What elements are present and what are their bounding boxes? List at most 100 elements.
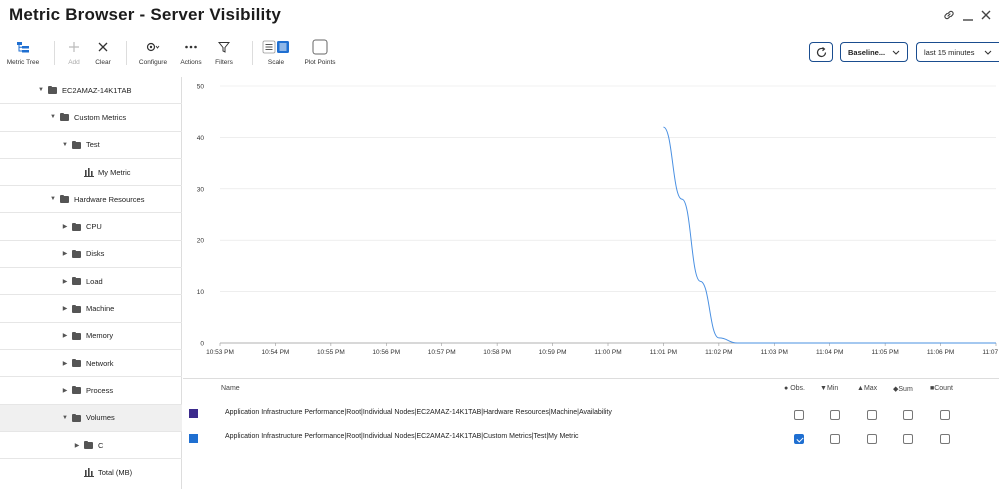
scale-toggle[interactable] [262, 38, 290, 56]
baseline-dropdown[interactable]: Baseline... [840, 42, 908, 62]
scale-button[interactable]: Scale [253, 38, 299, 66]
metric-tree: ▼ EC2AMAZ-14K1TAB ▼ Custom Metrics ▼ Tes… [0, 77, 182, 489]
tree-item-folder[interactable]: ▶ Disks [0, 241, 182, 269]
tree-item-label: C [98, 440, 104, 450]
count-checkbox[interactable] [940, 434, 950, 444]
metric-tree-icon [16, 38, 30, 56]
metric-chart[interactable]: 0 10 20 30 40 50 10:53 PM 10:54 PM 10:55 PM 10:56… [183, 77, 999, 377]
folder-icon [72, 249, 82, 258]
circle-icon: ● [784, 385, 789, 392]
tree-item-folder[interactable]: ▼ Test [0, 132, 182, 159]
add-label: Add [68, 59, 80, 66]
actions-label: Actions [180, 59, 202, 66]
page-title: Metric Browser - Server Visibility [9, 5, 281, 24]
y-tick-label: 50 [197, 84, 205, 91]
tree-item-folder[interactable]: ▶ Load [0, 268, 182, 296]
caret-right-icon[interactable]: ▶ [73, 442, 81, 449]
caret-right-icon[interactable]: ▶ [61, 360, 69, 367]
tree-item-folder[interactable]: ▶ Network [0, 350, 182, 378]
legend-header-max: ▲Max [857, 385, 878, 392]
gear-icon [145, 38, 161, 56]
x-tick-label: 10:55 PM [317, 349, 345, 356]
metric-legend: Name ● Obs. ▼Min ▲Max ◆Sum ■Count Applic… [183, 378, 999, 489]
time-range-dropdown[interactable]: last 15 minutes [916, 42, 999, 62]
x-tick-label: 10:57 PM [428, 349, 456, 356]
chevron-down-icon [892, 48, 900, 57]
configure-label: Configure [138, 59, 168, 66]
link-icon[interactable] [942, 8, 956, 22]
caret-down-icon[interactable]: ▼ [61, 415, 69, 421]
tree-item-label: Load [86, 276, 103, 286]
tree-item-metric[interactable]: Total (MB) [0, 459, 182, 486]
tree-item-folder[interactable]: ▶ Memory [0, 323, 182, 350]
tree-item-folder[interactable]: ▶ CPU [0, 214, 182, 241]
tree-item-folder[interactable]: ▶ C [0, 432, 182, 460]
caret-right-icon[interactable]: ▶ [61, 223, 69, 230]
filter-icon [218, 38, 230, 56]
clear-button[interactable]: Clear [80, 38, 126, 66]
triangle-up-icon: ▲ [857, 385, 864, 392]
min-checkbox[interactable] [830, 434, 840, 444]
caret-down-icon[interactable]: ▼ [37, 87, 45, 93]
tree-item-metric[interactable]: My Metric [0, 159, 182, 187]
tree-item-folder[interactable]: ▶ Machine [0, 295, 182, 323]
tree-item-label: Process [86, 385, 114, 395]
baseline-value: Baseline... [848, 47, 886, 57]
caret-down-icon[interactable]: ▼ [49, 114, 57, 120]
x-tick-label: 11:02 PM [705, 349, 732, 356]
caret-right-icon[interactable]: ▶ [61, 250, 69, 257]
x-tick-label: 11:03 PM [761, 349, 788, 356]
minimize-icon[interactable] [961, 8, 975, 22]
metric-tree-label: Metric Tree [6, 59, 40, 66]
min-checkbox[interactable] [830, 410, 840, 420]
tree-item-folder[interactable]: ▶ Process [0, 377, 182, 405]
obs-checkbox[interactable] [794, 410, 804, 420]
refresh-button[interactable] [809, 42, 833, 62]
max-checkbox[interactable] [867, 434, 877, 444]
folder-icon [60, 195, 70, 204]
max-checkbox[interactable] [867, 410, 877, 420]
clear-label: Clear [95, 59, 111, 66]
obs-checkbox[interactable] [794, 434, 804, 444]
plot-points-label: Plot Points [304, 59, 336, 66]
toolbar-divider [126, 41, 127, 65]
metric-tree-button[interactable]: Metric Tree [0, 38, 46, 66]
tree-item-node[interactable]: ▼ EC2AMAZ-14K1TAB [0, 77, 182, 105]
x-tick-label: 11:06 PM [927, 349, 954, 356]
tree-item-label: Memory [86, 331, 114, 341]
sum-checkbox[interactable] [903, 410, 913, 420]
tree-item-label: Custom Metrics [74, 112, 127, 122]
folder-icon [72, 386, 82, 395]
caret-right-icon[interactable]: ▶ [61, 332, 69, 339]
caret-right-icon[interactable]: ▶ [61, 278, 69, 285]
chevron-down-icon [984, 48, 992, 57]
y-tick-label: 0 [200, 341, 204, 348]
plot-points-button[interactable]: Plot Points [297, 38, 343, 66]
bar-chart-icon [84, 167, 94, 177]
folder-icon [60, 113, 70, 122]
series-color-swatch [189, 434, 198, 443]
tree-item-folder[interactable]: ▼ Hardware Resources [0, 186, 182, 214]
clear-icon [97, 38, 109, 56]
x-tick-label: 11:01 PM [650, 349, 677, 356]
plot-points-checkbox[interactable] [312, 38, 328, 56]
tree-item-folder[interactable]: ▼ Custom Metrics [0, 104, 182, 132]
y-tick-label: 40 [197, 135, 205, 142]
caret-down-icon[interactable]: ▼ [49, 196, 57, 202]
filters-button[interactable]: Filters [201, 38, 247, 66]
close-icon[interactable] [979, 8, 993, 22]
caret-right-icon[interactable]: ▶ [61, 305, 69, 312]
scale-label: Scale [267, 59, 285, 66]
x-tick-label: 10:53 PM [206, 349, 234, 356]
tree-item-label: Volumes [86, 413, 115, 423]
tree-item-folder[interactable]: ▼ Volumes [0, 404, 182, 432]
legend-header-sum: ◆Sum [893, 386, 913, 393]
x-tick-label: 11:05 PM [871, 349, 898, 356]
count-checkbox[interactable] [940, 410, 950, 420]
caret-down-icon[interactable]: ▼ [61, 142, 69, 148]
tree-item-label: CPU [86, 222, 102, 232]
tree-item-label: EC2AMAZ-14K1TAB [62, 85, 132, 95]
sum-checkbox[interactable] [903, 434, 913, 444]
caret-right-icon[interactable]: ▶ [61, 387, 69, 394]
folder-icon [72, 359, 82, 368]
